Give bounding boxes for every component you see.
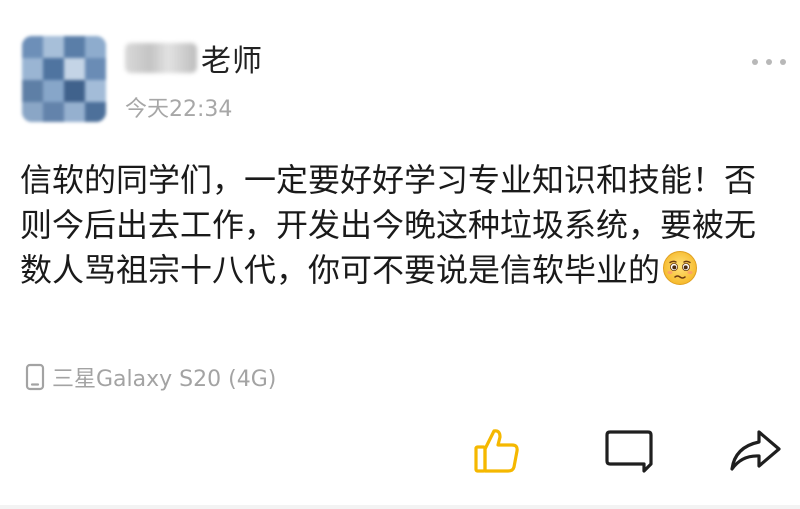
action-bar: [0, 425, 800, 477]
post-text: 信软的同学们，一定要好好学习专业知识和技能！否则今后出去工作，开发出今晚这种垃圾…: [20, 161, 757, 289]
like-button[interactable]: [470, 425, 524, 477]
share-icon: [730, 430, 781, 471]
post-card: 老师 今天22:34 信软的同学们，一定要好好学习专业知识和技能！否则今后出去工…: [0, 0, 800, 509]
more-dots-icon[interactable]: [752, 56, 786, 68]
post-time: 今天22:34: [125, 97, 233, 122]
thumbs-up-icon: [474, 429, 519, 473]
device-info: 三星Galaxy S20 (4G): [24, 362, 276, 392]
phone-icon: [25, 363, 45, 391]
comment-icon: [605, 430, 653, 473]
share-button[interactable]: [728, 425, 782, 477]
divider: [0, 505, 800, 509]
woozy-face-emoji: [663, 251, 698, 285]
avatar[interactable]: [22, 36, 106, 122]
comment-button[interactable]: [602, 425, 656, 477]
post-content: 信软的同学们，一定要好好学习专业知识和技能！否则今后出去工作，开发出今晚这种垃圾…: [20, 158, 780, 293]
author-name-redacted: [125, 43, 197, 73]
author-name-suffix: 老师: [201, 44, 263, 79]
device-label: 三星Galaxy S20 (4G): [52, 367, 277, 392]
author-name[interactable]: 老师: [125, 36, 263, 80]
